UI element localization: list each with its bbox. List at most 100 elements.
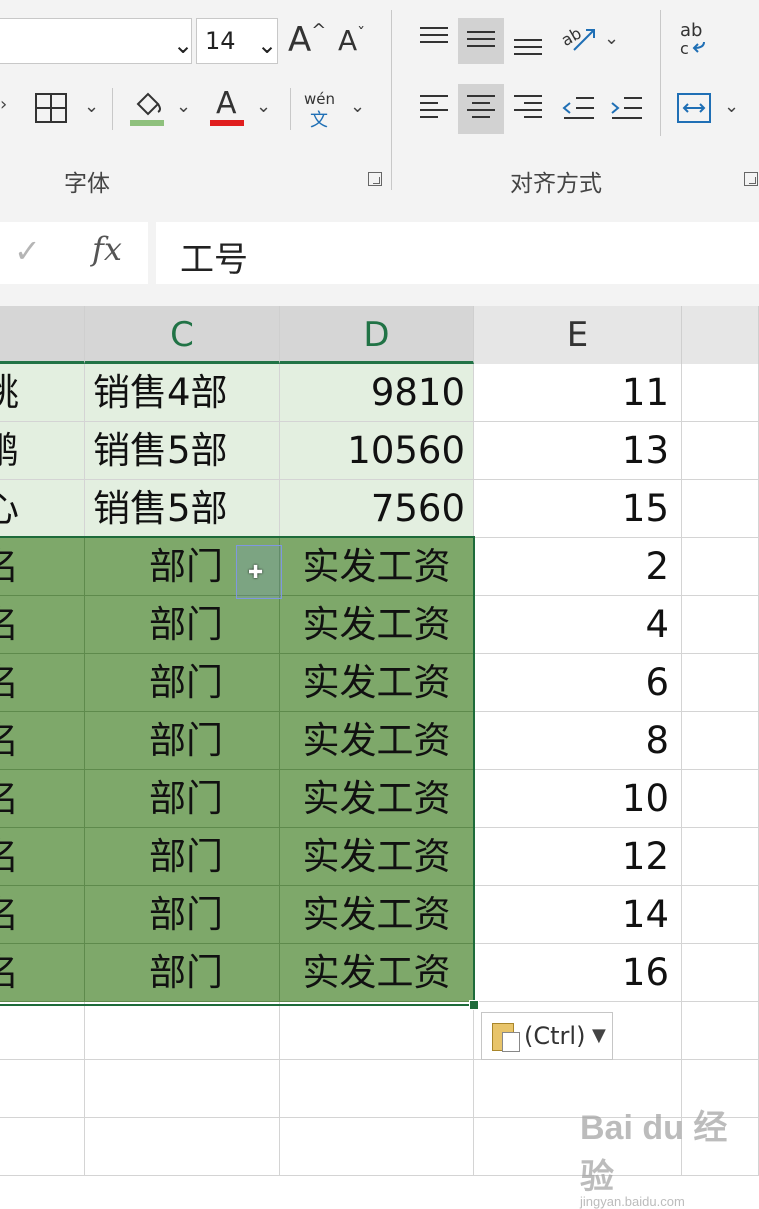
cell-b[interactable]: 名 xyxy=(0,712,85,770)
chevron-down-icon[interactable]: ⌄ xyxy=(724,96,739,117)
shrink-font-button[interactable]: Aˇ xyxy=(338,24,365,57)
chevron-down-icon[interactable]: ⌄ xyxy=(350,96,365,117)
column-header-f[interactable] xyxy=(682,306,759,364)
align-left-icon[interactable] xyxy=(416,90,452,126)
alignment-dialog-launcher-icon[interactable] xyxy=(744,172,758,186)
cell-d[interactable] xyxy=(280,1060,474,1118)
cell-d[interactable]: 实发工资 xyxy=(280,538,474,596)
cell-e[interactable]: 10 xyxy=(474,770,682,828)
chevron-down-icon[interactable]: ⌄ xyxy=(84,96,99,117)
fill-handle[interactable] xyxy=(469,1000,479,1010)
merge-center-button[interactable] xyxy=(676,92,712,124)
cell-b[interactable] xyxy=(0,1002,85,1060)
cell-b[interactable]: 名 xyxy=(0,770,85,828)
cell-c[interactable]: 部门 xyxy=(85,770,280,828)
cell-b[interactable]: 名 xyxy=(0,596,85,654)
decrease-indent-icon[interactable] xyxy=(560,90,596,126)
font-color-button[interactable]: A xyxy=(208,86,248,128)
cell-f[interactable] xyxy=(682,944,759,1002)
formula-input[interactable]: 工号 xyxy=(156,222,759,284)
column-header-b[interactable] xyxy=(0,306,85,364)
cell-d[interactable]: 实发工资 xyxy=(280,828,474,886)
cell-c[interactable]: 部门 xyxy=(85,944,280,1002)
cell-f[interactable] xyxy=(682,770,759,828)
fx-button[interactable]: fx xyxy=(92,230,122,268)
cell-b[interactable]: 名 xyxy=(0,538,85,596)
cell-e[interactable]: 2 xyxy=(474,538,682,596)
grow-font-button[interactable]: A^ xyxy=(288,20,326,60)
cell-f[interactable] xyxy=(682,538,759,596)
cell-f[interactable] xyxy=(682,422,759,480)
cell-b[interactable]: 名 xyxy=(0,828,85,886)
cell-d[interactable]: 实发工资 xyxy=(280,770,474,828)
cell-d[interactable]: 实发工资 xyxy=(280,944,474,1002)
paste-options-button[interactable]: (Ctrl) ▼ xyxy=(481,1012,613,1060)
column-header-e[interactable]: E xyxy=(474,306,682,364)
cell-e[interactable]: 8 xyxy=(474,712,682,770)
cell-c[interactable] xyxy=(85,1060,280,1118)
column-header-d[interactable]: D xyxy=(280,306,474,364)
cell-d[interactable]: 10560 xyxy=(280,422,474,480)
fill-color-button[interactable] xyxy=(128,88,168,128)
cell-b[interactable] xyxy=(0,1060,85,1118)
cell-d[interactable]: 7560 xyxy=(280,480,474,538)
wrap-text-button[interactable]: ab c xyxy=(678,20,718,60)
cell-b[interactable] xyxy=(0,1118,85,1176)
orientation-icon[interactable]: ab xyxy=(560,20,600,56)
cell-c[interactable]: 部门 xyxy=(85,828,280,886)
cell-d[interactable]: 实发工资 xyxy=(280,596,474,654)
cell-d[interactable]: 9810 xyxy=(280,364,474,422)
cell-d[interactable]: 实发工资 xyxy=(280,654,474,712)
cell-e[interactable]: 6 xyxy=(474,654,682,712)
phonetic-guide-button[interactable]: wén 文 xyxy=(300,90,344,131)
cell-e[interactable]: 4 xyxy=(474,596,682,654)
increase-indent-icon[interactable] xyxy=(608,90,644,126)
cell-e[interactable]: 11 xyxy=(474,364,682,422)
cell-b[interactable]: 姚 xyxy=(0,364,85,422)
cell-e[interactable]: 14 xyxy=(474,886,682,944)
chevron-down-icon[interactable]: ⌄ xyxy=(176,96,191,117)
cell-d[interactable] xyxy=(280,1118,474,1176)
font-dialog-launcher-icon[interactable] xyxy=(368,172,382,186)
cell-b[interactable]: 心 xyxy=(0,480,85,538)
cell-e[interactable]: 15 xyxy=(474,480,682,538)
cell-f[interactable] xyxy=(682,480,759,538)
cell-d[interactable] xyxy=(280,1002,474,1060)
cell-e[interactable]: 12 xyxy=(474,828,682,886)
align-middle-icon[interactable] xyxy=(463,22,499,58)
cell-c[interactable] xyxy=(85,1002,280,1060)
cell-e[interactable]: 16 xyxy=(474,944,682,1002)
cell-f[interactable] xyxy=(682,596,759,654)
cell-b[interactable]: 名 xyxy=(0,886,85,944)
cell-c[interactable]: 销售5部 xyxy=(85,422,280,480)
cell-f[interactable] xyxy=(682,886,759,944)
cell-f[interactable] xyxy=(682,654,759,712)
cell-b[interactable]: 名 xyxy=(0,654,85,712)
cell-d[interactable]: 实发工资 xyxy=(280,886,474,944)
cell-b[interactable]: 鹏 xyxy=(0,422,85,480)
cell-c[interactable] xyxy=(85,1118,280,1176)
chevron-down-icon[interactable]: ⌄ xyxy=(173,31,193,59)
check-icon[interactable]: ✓ xyxy=(14,232,41,270)
cell-c[interactable]: 部门 xyxy=(85,886,280,944)
chevron-down-icon[interactable]: › xyxy=(0,94,7,115)
cell-c[interactable]: 部门 xyxy=(85,654,280,712)
cell-c[interactable]: 部门 xyxy=(85,712,280,770)
chevron-down-icon[interactable]: ⌄ xyxy=(256,96,271,117)
font-name-combobox[interactable]: ⌄ xyxy=(0,18,193,64)
align-right-icon[interactable] xyxy=(510,90,546,126)
cell-c[interactable]: 销售5部 xyxy=(85,480,280,538)
align-top-icon[interactable] xyxy=(416,22,452,58)
cell-f[interactable] xyxy=(682,1002,759,1060)
cell-f[interactable] xyxy=(682,364,759,422)
cell-c[interactable]: 销售4部 xyxy=(85,364,280,422)
borders-button[interactable] xyxy=(34,92,68,124)
font-size-combobox[interactable]: 14 ⌄ xyxy=(196,18,278,64)
chevron-down-icon[interactable]: ⌄ xyxy=(257,31,277,59)
cell-e[interactable]: 13 xyxy=(474,422,682,480)
cell-f[interactable] xyxy=(682,828,759,886)
align-center-icon[interactable] xyxy=(463,90,499,126)
cell-b[interactable]: 名 xyxy=(0,944,85,1002)
cell-c[interactable]: 部门 xyxy=(85,596,280,654)
cell-d[interactable]: 实发工资 xyxy=(280,712,474,770)
